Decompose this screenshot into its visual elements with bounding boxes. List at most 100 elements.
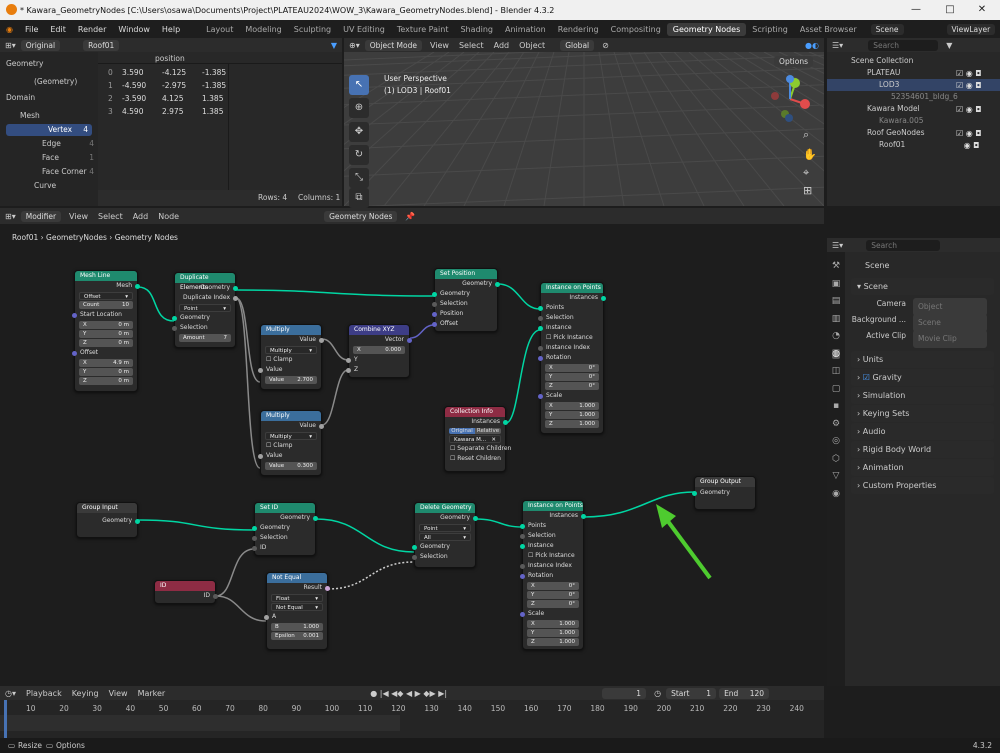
outliner-editor-icon[interactable]: ☰▾ [832,41,843,50]
iop1-rx[interactable]: X 0° [545,364,599,372]
start-y[interactable]: Y 0 m [79,330,133,338]
mul2-val-socket[interactable] [258,453,263,459]
close-button[interactable]: ✕ [966,0,998,20]
viewport-menu-select[interactable]: Select [459,41,484,50]
dup-idx-socket[interactable] [233,295,238,301]
outliner-search[interactable]: Search [868,39,939,51]
setpos-sel-socket[interactable] [432,301,437,307]
iop2-sel-socket[interactable] [520,533,525,539]
domain-face[interactable]: Face 1 [0,152,98,164]
iop1-sx[interactable]: X 1.000 [545,402,599,410]
outliner-visibility-icons[interactable]: ☑ ◉ ◘ ☑ ◉ ◘ ☑ ◉ ◘ ☑ ◉ ◘ ◉ ◘ [956,68,982,152]
node-multiply-1[interactable]: Multiply Value Multiply ▾ ☐ Clamp Value V… [258,324,324,390]
offset-z[interactable]: Z 0 m [79,377,133,385]
coll-name-field[interactable]: Kawara M... ✕ [449,435,501,443]
del-domain[interactable]: Point ▾ [419,524,471,532]
iop1-rot-socket[interactable] [538,355,543,361]
menu-edit[interactable]: Edit [44,25,72,34]
animation-section[interactable]: › Animation [851,459,994,476]
iop1-scale-socket[interactable] [538,393,543,399]
tab-compositing[interactable]: Compositing [605,23,667,36]
node-set-id[interactable]: Set ID Geometry Geometry Selection ID [252,502,318,556]
rotate-tool-icon[interactable]: ↻ [349,145,369,165]
tab-modeling[interactable]: Modeling [239,23,287,36]
iop2-out-socket[interactable] [581,513,586,519]
node-combine-xyz[interactable]: Combine XYZ Vector X 0.000 Y Z [346,324,412,378]
mesh-line-mode[interactable]: Offset ▾ [79,292,133,300]
outliner-filter-icon[interactable]: ▼ [946,41,952,50]
gout-in-socket[interactable] [692,490,697,496]
tab-texture-paint[interactable]: Texture Paint [391,23,455,36]
transform-tool-icon[interactable]: ⧉ [349,188,369,208]
timeline-menu-playback[interactable]: Playback [26,689,62,698]
node-set-position[interactable]: Set Position Geometry Geometry Selection… [432,268,500,332]
scene-section-header[interactable]: ▾ Scene [851,278,994,295]
zoom-icon[interactable]: ⌕ [803,128,809,142]
iop2-rz[interactable]: Z 0° [527,600,579,608]
node-mesh-line[interactable]: Mesh Line Mesh Offset ▾ Count 10 Start Loc… [72,270,140,392]
node-instance-on-points-1[interactable]: Instance on Points Instances Points Sele… [538,282,606,434]
node-group-input[interactable]: Group Input Geometry [76,502,140,538]
current-frame-field[interactable]: 1 [602,687,647,699]
filter-icon[interactable]: ▼ [331,41,337,50]
menu-help[interactable]: Help [156,25,186,34]
offset-x[interactable]: X 4.9 m [79,359,133,367]
setid-out-socket[interactable] [313,515,318,521]
scale-tool-icon[interactable]: ⤡ [349,168,369,188]
iop2-scale-socket[interactable] [520,611,525,617]
iop1-idx-socket[interactable] [538,345,543,351]
breadcrumb-tree[interactable]: Geometry Nodes [115,233,178,242]
3d-viewport[interactable]: User Perspective (1) LOD3 | Roof01 Optio… [344,52,824,206]
del-mode[interactable]: All ▾ [419,533,471,541]
setpos-out-socket[interactable] [495,281,500,287]
mul1-out-socket[interactable] [319,337,324,343]
breadcrumb-object[interactable]: Roof01 [12,233,38,242]
node-collection-info[interactable]: Collection Info Instances Original Relat… [444,406,511,472]
setid-geo-socket[interactable] [252,525,257,531]
gravity-section[interactable]: › ☑ Gravity [851,369,994,386]
rigid-body-section[interactable]: › Rigid Body World [851,441,994,458]
dup-geo-socket[interactable] [233,285,238,291]
neq-type[interactable]: Float ▾ [271,594,323,602]
iop2-pick[interactable]: ☐ Pick Instance [523,551,583,561]
tab-scripting[interactable]: Scripting [746,23,794,36]
snap-icon[interactable]: ⊘ [602,41,609,50]
clock-icon[interactable]: ◷ [654,689,661,698]
timeline-editor-icon[interactable]: ◷▾ [5,689,16,698]
node-not-equal[interactable]: Not Equal Result Float ▾ Not Equal ▾ A B 1.… [264,572,330,650]
node-menu-select[interactable]: Select [98,212,123,221]
iop2-sy[interactable]: Y 1.000 [527,629,579,637]
active-clip-field[interactable]: Movie Clip [913,330,987,348]
node-menu-view[interactable]: View [69,212,88,221]
properties-search[interactable]: Search [866,239,941,251]
minimize-button[interactable]: — [900,0,932,20]
viewport-menu-view[interactable]: View [430,41,449,50]
tab-uv-editing[interactable]: UV Editing [337,23,391,36]
units-section[interactable]: › Units [851,351,994,368]
neq-eps[interactable]: Epsilon 0.001 [271,632,323,640]
mul1-op[interactable]: Multiply ▾ [265,346,317,354]
iop2-ry[interactable]: Y 0° [527,591,579,599]
idn-out-socket[interactable] [213,593,218,599]
dup-amount[interactable]: Amount 7 [179,334,231,342]
iop2-sx[interactable]: X 1.000 [527,620,579,628]
viewport-menu-add[interactable]: Add [494,41,510,50]
timeline-menu-view[interactable]: View [109,689,128,698]
spreadsheet-mode-select[interactable]: Original [20,39,61,51]
iop2-sz[interactable]: Z 1.000 [527,638,579,646]
blender-menu-icon[interactable]: ◉ [0,25,19,34]
iop1-sz[interactable]: Z 1.000 [545,420,599,428]
dup-domain[interactable]: Point ▾ [179,304,231,312]
navigation-gizmo[interactable] [765,74,815,124]
domain-vertex[interactable]: Vertex 4 [6,124,92,136]
mul2-out-socket[interactable] [319,423,324,429]
tab-geometry-nodes[interactable]: Geometry Nodes [666,22,747,36]
mul1-v2[interactable]: Value 2.700 [265,376,317,384]
domain-edge[interactable]: Edge 4 [0,138,98,150]
iop2-pts-socket[interactable] [520,523,525,529]
dup-sel-socket[interactable] [172,325,177,331]
mul2-v2[interactable]: Value 0.300 [265,462,317,470]
iop1-out-socket[interactable] [601,295,606,301]
iop1-sy[interactable]: Y 1.000 [545,411,599,419]
del-sel-socket[interactable] [412,554,417,560]
